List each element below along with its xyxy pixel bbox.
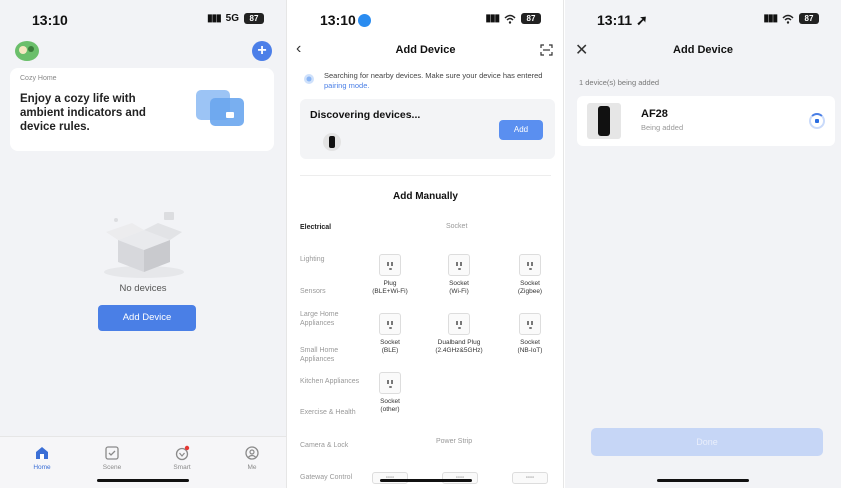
plug-icon <box>519 313 541 335</box>
section-socket: Socket <box>446 223 468 230</box>
power-strip-icon[interactable]: ▫▫▫▫ <box>442 472 478 484</box>
add-plus-button[interactable]: + <box>252 41 272 61</box>
device-socket-nbiot[interactable]: Socket (NB-IoT) <box>500 313 560 355</box>
tab-label: Home <box>33 464 51 471</box>
adding-device-card[interactable]: AF28 Being added <box>577 96 835 146</box>
scene-icon <box>105 446 119 460</box>
device-thumbnail <box>587 103 621 139</box>
home-indicator <box>379 479 472 482</box>
tab-label: Scene <box>102 464 122 471</box>
status-time: 13:11 ➚ <box>597 12 648 28</box>
me-icon <box>245 446 259 460</box>
tab-me[interactable]: Me <box>232 445 272 471</box>
tab-scene[interactable]: Scene <box>92 445 132 471</box>
network-type: 5G <box>225 13 239 24</box>
plug-icon <box>448 313 470 335</box>
status-time: 13:10 <box>32 12 68 28</box>
loading-spinner-icon <box>809 113 825 129</box>
device-socket-ble[interactable]: Socket (BLE) <box>360 313 420 355</box>
cozy-home-illustration <box>196 90 244 126</box>
location-arrow-icon: ➚ <box>635 12 648 28</box>
status-bar: 13:10 ▮▮▮ 5G 87 <box>0 12 286 32</box>
plug-icon <box>448 254 470 276</box>
plug-icon <box>519 254 541 276</box>
tab-home[interactable]: Home <box>22 445 62 471</box>
status-time: 13:10 <box>320 12 371 28</box>
banner-message: Enjoy a cozy life with ambient indicator… <box>20 93 146 133</box>
battery-icon: 87 <box>244 13 264 24</box>
device-socket-wifi[interactable]: Socket (Wi-Fi) <box>429 254 489 296</box>
page-title: Add Device <box>395 44 456 56</box>
tab-label: Smart <box>173 464 191 471</box>
signal-icon: ▮▮▮ <box>207 13 221 24</box>
category-exercise-health[interactable]: Exercise & Health <box>300 408 362 417</box>
search-hint: Searching for nearby devices. Make sure … <box>300 70 550 92</box>
power-strip-icon[interactable]: ▫▫▫▫ <box>512 472 548 484</box>
pairing-mode-link[interactable]: pairing mode. <box>324 81 369 90</box>
search-hint-text: Searching for nearby devices. Make sure … <box>324 71 543 80</box>
add-manually-heading: Add Manually <box>392 191 458 202</box>
plug-icon <box>379 254 401 276</box>
status-bar: 13:11 ➚ ▮▮▮ 87 <box>565 12 841 32</box>
category-electrical[interactable]: Electrical <box>300 223 362 232</box>
divider <box>300 175 551 176</box>
discovering-card: Discovering devices... Add <box>300 99 555 159</box>
wifi-icon <box>504 14 516 24</box>
home-indicator <box>97 479 189 482</box>
device-state: Being added <box>641 123 684 132</box>
bottom-tab-bar: Home Scene Smart Me <box>0 436 286 488</box>
banner-tag: Cozy Home <box>20 75 57 82</box>
discovering-title: Discovering devices... <box>310 109 421 121</box>
scan-icon[interactable] <box>540 44 553 56</box>
category-large-home-appliances[interactable]: Large Home Appliances <box>300 310 362 328</box>
battery-icon: 87 <box>799 13 819 24</box>
category-camera-lock[interactable]: Camera & Lock <box>300 441 362 450</box>
page-title: Add Device <box>673 44 733 56</box>
plug-icon <box>379 372 401 394</box>
section-power-strip: Power Strip <box>436 438 473 445</box>
cozy-home-banner[interactable]: Cozy Home Enjoy a cozy life with ambient… <box>10 68 274 151</box>
category-kitchen-appliances[interactable]: Kitchen Appliances <box>300 377 362 386</box>
wifi-icon <box>782 14 794 24</box>
discovered-add-button[interactable]: Add <box>499 120 543 140</box>
empty-state-text: No devices <box>119 283 167 294</box>
home-indicator <box>657 479 749 482</box>
category-gateway-control[interactable]: Gateway Control <box>300 473 362 482</box>
category-small-home-appliances[interactable]: Small Home Appliances <box>300 346 362 364</box>
signal-icon: ▮▮▮ <box>485 13 499 24</box>
radar-icon <box>304 74 314 84</box>
empty-box-illustration <box>104 212 184 278</box>
done-button[interactable]: Done <box>591 428 823 456</box>
category-lighting[interactable]: Lighting <box>300 255 362 264</box>
signal-icon: ▮▮▮ <box>763 13 777 24</box>
device-dualband-plug[interactable]: Dualband Plug (2.4GHz&5GHz) <box>429 313 489 355</box>
device-name: AF28 <box>641 108 668 120</box>
status-bar: 13:10 ▮▮▮ 87 <box>288 12 563 32</box>
location-icon <box>357 14 371 27</box>
category-sensors[interactable]: Sensors <box>300 287 362 296</box>
tab-label: Me <box>247 464 257 471</box>
tab-smart[interactable]: Smart <box>162 445 202 471</box>
avatar[interactable] <box>14 40 40 62</box>
discovered-device-icon[interactable] <box>323 133 341 151</box>
plug-icon <box>379 313 401 335</box>
device-socket-other[interactable]: Socket (other) <box>360 372 420 414</box>
home-icon <box>36 447 48 459</box>
add-device-screen: 13:10 ▮▮▮ 87 ‹ Add Device Searching for … <box>288 0 564 488</box>
add-device-button[interactable]: Add Device <box>98 305 196 331</box>
battery-icon: 87 <box>521 13 541 24</box>
device-socket-zigbee[interactable]: Socket (Zigbee) <box>500 254 560 296</box>
adding-device-screen: 13:11 ➚ ▮▮▮ 87 ✕ Add Device 1 device(s) … <box>565 0 841 488</box>
adding-count-text: 1 device(s) being added <box>579 78 660 87</box>
home-screen: 13:10 ▮▮▮ 5G 87 + Cozy Home Enjoy a cozy… <box>0 0 287 488</box>
power-strip-icon[interactable]: ▫▫▫▫ <box>372 472 408 484</box>
smart-icon <box>175 445 190 461</box>
device-plug-ble-wifi[interactable]: Plug (BLE+Wi-Fi) <box>360 254 420 296</box>
